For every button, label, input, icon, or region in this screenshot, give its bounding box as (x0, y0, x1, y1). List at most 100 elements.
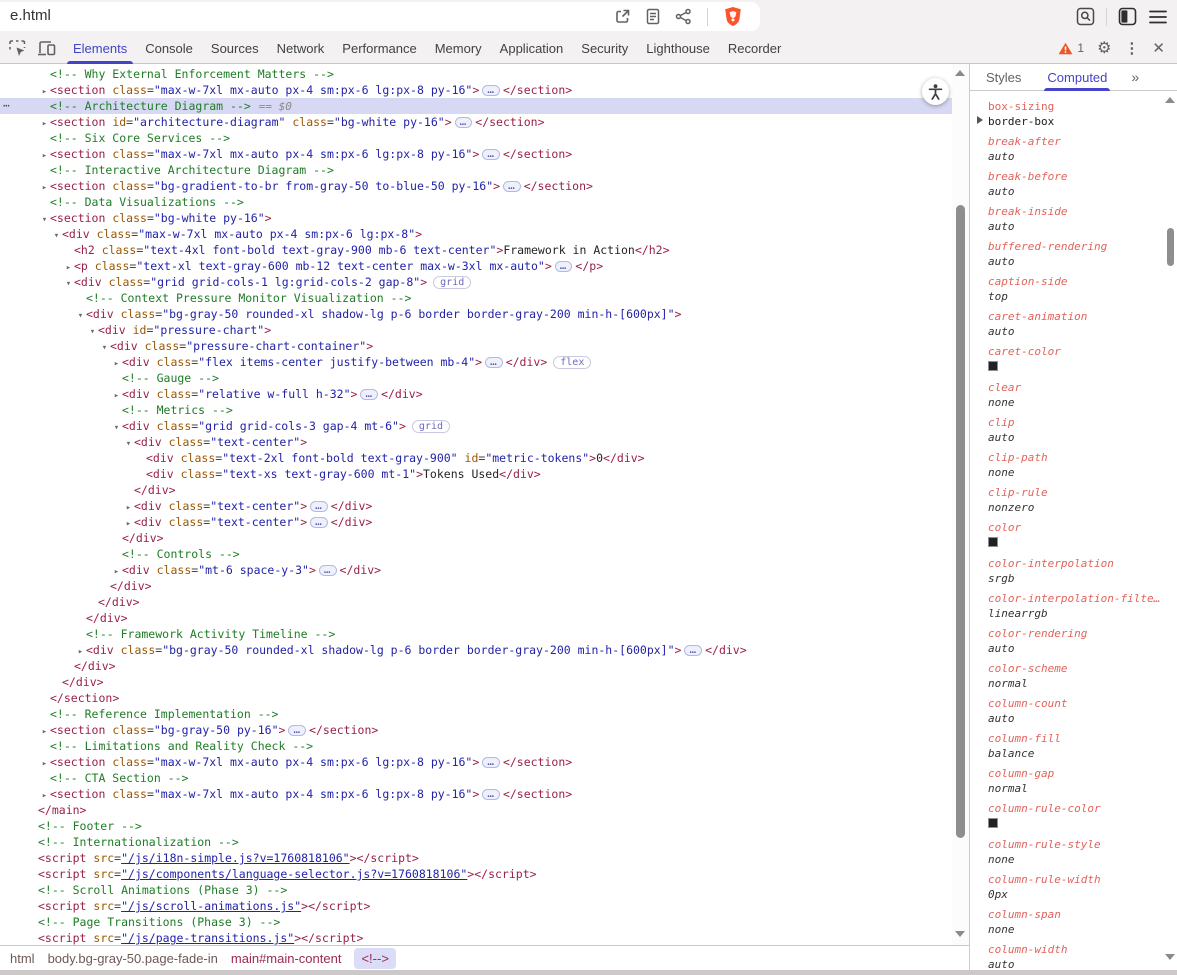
computed-property-row[interactable]: clip-rulenonzero (988, 485, 1165, 515)
close-devtools-icon[interactable]: ✕ (1152, 39, 1165, 57)
computed-property-row[interactable]: box-sizingborder-box (988, 99, 1165, 129)
open-external-icon[interactable] (614, 8, 631, 25)
tree-row-comment[interactable]: <!-- Data Visualizations --> (0, 194, 952, 210)
tree-row-element[interactable]: ▾<div class="max-w-7xl mx-auto px-4 sm:p… (0, 226, 952, 242)
grid-adorner-badge[interactable]: grid (412, 420, 450, 433)
expand-ellipsis-button[interactable]: … (503, 181, 521, 192)
expand-ellipsis-button[interactable]: … (482, 85, 500, 96)
computed-property-row[interactable]: break-beforeauto (988, 169, 1165, 199)
tree-row-comment[interactable]: <!-- Footer --> (0, 818, 952, 834)
tree-row-element[interactable]: ▸<section class="max-w-7xl mx-auto px-4 … (0, 146, 952, 162)
tree-row-element[interactable]: ▸<div class="bg-gray-50 rounded-xl shado… (0, 642, 952, 658)
computed-property-row[interactable]: clipauto (988, 415, 1165, 445)
expand-ellipsis-button[interactable]: … (360, 389, 378, 400)
tree-row-element[interactable]: ▾<div class="grid grid-cols-1 lg:grid-co… (0, 274, 952, 290)
expand-ellipsis-button[interactable]: … (485, 357, 503, 368)
tab-computed[interactable]: Computed (1047, 64, 1107, 90)
color-swatch[interactable] (988, 818, 998, 828)
tree-row-element[interactable]: ▸<div class="flex items-center justify-b… (0, 354, 952, 370)
computed-scrollbar-thumb[interactable] (1167, 228, 1174, 266)
expand-ellipsis-button[interactable]: … (310, 517, 328, 528)
tree-row-element[interactable]: </main> (0, 802, 952, 818)
tree-row-element[interactable]: </div> (0, 530, 952, 546)
search-page-icon[interactable] (1076, 7, 1095, 26)
tree-row-comment[interactable]: <!-- Reference Implementation --> (0, 706, 952, 722)
brave-shield-icon[interactable] (723, 6, 743, 27)
tree-row-element[interactable]: ▸<div class="mt-6 space-y-3">…</div> (0, 562, 952, 578)
tree-row-element[interactable]: ▾<section class="bg-white py-16"> (0, 210, 952, 226)
computed-property-row[interactable]: color-interpolationsrgb (988, 556, 1165, 586)
tree-row-comment[interactable]: <!-- Context Pressure Monitor Visualizat… (0, 290, 952, 306)
expand-ellipsis-button[interactable]: … (684, 645, 702, 656)
devtools-tab-performance[interactable]: Performance (333, 33, 425, 63)
scroll-down-arrow[interactable] (955, 931, 965, 937)
tree-row-element[interactable]: ▾<div class="bg-gray-50 rounded-xl shado… (0, 306, 952, 322)
computed-property-row[interactable]: caret-color (988, 344, 1165, 375)
expand-ellipsis-button[interactable]: … (482, 149, 500, 160)
computed-property-row[interactable]: caret-animationauto (988, 309, 1165, 339)
computed-property-row[interactable]: break-insideauto (988, 204, 1165, 234)
devtools-tab-elements[interactable]: Elements (64, 33, 136, 63)
menu-hamburger-icon[interactable] (1148, 9, 1168, 25)
scroll-down-arrow[interactable] (1165, 954, 1175, 960)
color-swatch[interactable] (988, 361, 998, 371)
issues-badge[interactable]: 1 (1058, 41, 1084, 55)
tree-row-element[interactable]: </div> (0, 578, 952, 594)
devtools-tab-network[interactable]: Network (268, 33, 334, 63)
tree-row-element[interactable]: ▾<div class="pressure-chart-container"> (0, 338, 952, 354)
tree-row-element[interactable]: ▾<div id="pressure-chart"> (0, 322, 952, 338)
tree-row-comment[interactable]: <!-- Interactive Architecture Diagram --… (0, 162, 952, 178)
breadcrumb-item[interactable]: html (10, 951, 35, 966)
computed-property-row[interactable]: column-rule-width0px (988, 872, 1165, 902)
devtools-tab-recorder[interactable]: Recorder (719, 33, 790, 63)
tree-row-comment[interactable]: ⋯<!-- Architecture Diagram -->== $0 (0, 98, 952, 114)
tree-row-element[interactable]: <script src="/js/page-transitions.js"></… (0, 930, 952, 945)
computed-property-row[interactable]: column-countauto (988, 696, 1165, 726)
tree-row-element[interactable]: <script src="/js/i18n-simple.js?v=176081… (0, 850, 952, 866)
tree-row-element[interactable]: </div> (0, 482, 952, 498)
tree-row-element[interactable]: <script src="/js/scroll-animations.js"><… (0, 898, 952, 914)
inspect-element-icon[interactable] (8, 39, 27, 57)
reader-mode-icon[interactable] (646, 8, 660, 25)
tree-row-element[interactable]: <div class="text-xs text-gray-600 mt-1">… (0, 466, 952, 482)
tree-row-element[interactable]: ▸<section class="max-w-7xl mx-auto px-4 … (0, 786, 952, 802)
tree-row-element[interactable]: ▸<section class="bg-gray-50 py-16">…</se… (0, 722, 952, 738)
tree-row-element[interactable]: ▸<div class="text-center">…</div> (0, 498, 952, 514)
tab-styles[interactable]: Styles (986, 64, 1021, 90)
computed-property-row[interactable]: caption-sidetop (988, 274, 1165, 304)
tree-row-comment[interactable]: <!-- Controls --> (0, 546, 952, 562)
computed-property-row[interactable]: buffered-renderingauto (988, 239, 1165, 269)
tree-row-comment[interactable]: <!-- CTA Section --> (0, 770, 952, 786)
tree-row-element[interactable]: </div> (0, 658, 952, 674)
tree-row-element[interactable]: ▸<section id="architecture-diagram" clas… (0, 114, 952, 130)
tree-row-element[interactable]: </section> (0, 690, 952, 706)
computed-property-row[interactable]: column-spannone (988, 907, 1165, 937)
computed-property-row[interactable]: color-schemenormal (988, 661, 1165, 691)
flex-adorner-badge[interactable]: flex (553, 356, 591, 369)
tree-row-element[interactable]: ▸<section class="max-w-7xl mx-auto px-4 … (0, 82, 952, 98)
tree-row-comment[interactable]: <!-- Metrics --> (0, 402, 952, 418)
tree-row-element[interactable]: ▸<section class="bg-gradient-to-br from-… (0, 178, 952, 194)
accessibility-overlay-button[interactable] (922, 78, 949, 105)
tree-row-element[interactable]: </div> (0, 594, 952, 610)
devtools-tab-lighthouse[interactable]: Lighthouse (637, 33, 719, 63)
tree-row-element[interactable]: <h2 class="text-4xl font-bold text-gray-… (0, 242, 952, 258)
tree-row-comment[interactable]: <!-- Why External Enforcement Matters --… (0, 66, 952, 82)
tree-row-comment[interactable]: <!-- Six Core Services --> (0, 130, 952, 146)
tree-row-element[interactable]: </div> (0, 610, 952, 626)
devtools-tab-console[interactable]: Console (136, 33, 202, 63)
tree-row-element[interactable]: <div class="text-2xl font-bold text-gray… (0, 450, 952, 466)
row-menu-dots-icon[interactable]: ⋯ (3, 98, 11, 114)
computed-property-row[interactable]: column-gapnormal (988, 766, 1165, 796)
scroll-up-arrow[interactable] (955, 70, 965, 76)
expand-arrow-icon[interactable] (977, 116, 983, 124)
expand-ellipsis-button[interactable]: … (455, 117, 473, 128)
computed-property-row[interactable]: clearnone (988, 380, 1165, 410)
devtools-tab-application[interactable]: Application (491, 33, 573, 63)
expand-ellipsis-button[interactable]: … (288, 725, 306, 736)
devtools-tab-sources[interactable]: Sources (202, 33, 268, 63)
color-swatch[interactable] (988, 537, 998, 547)
computed-property-row[interactable]: column-fillbalance (988, 731, 1165, 761)
devtools-tab-security[interactable]: Security (572, 33, 637, 63)
computed-property-row[interactable]: color (988, 520, 1165, 551)
